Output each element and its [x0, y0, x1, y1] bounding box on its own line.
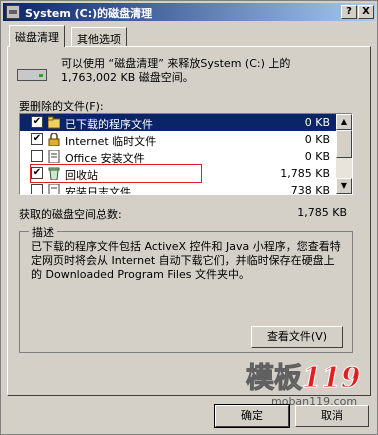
watermark-logo: 模板119: [245, 361, 361, 395]
lock-icon: [48, 132, 60, 147]
tab-disk-cleanup[interactable]: 磁盘清理: [9, 25, 65, 47]
item-name: 已下载的程序文件: [65, 118, 153, 131]
document-icon: [48, 149, 60, 164]
summary-line-2: 1,763,002 KB 磁盘空间。: [61, 71, 194, 84]
tab-more-options[interactable]: 其他选项: [71, 27, 127, 47]
list-item[interactable]: ✔ Internet 临时文件 0 KB: [20, 131, 336, 148]
item-name: Internet 临时文件: [65, 135, 157, 148]
document-icon: [48, 183, 60, 194]
view-files-button[interactable]: 查看文件(V): [251, 326, 343, 348]
vertical-scrollbar[interactable]: ▲ ▼: [336, 114, 352, 194]
total-space-label: 获取的磁盘空间总数:: [19, 208, 122, 221]
checkbox[interactable]: ✔: [31, 133, 43, 145]
list-item[interactable]: Office 安装文件 0 KB: [20, 148, 336, 165]
checkbox[interactable]: [31, 184, 43, 194]
files-to-delete-label: 要删除的文件(F):: [19, 100, 104, 113]
item-size: 0 KB: [304, 133, 330, 146]
item-size: 738 KB: [290, 184, 330, 195]
close-button[interactable]: X: [358, 5, 374, 19]
help-button[interactable]: ?: [341, 5, 357, 19]
summary-line-1: 可以使用 “磁盘清理” 来释放System (C:) 上的: [61, 57, 291, 70]
checkbox[interactable]: [31, 150, 43, 162]
total-space-value: 1,785 KB: [297, 206, 347, 219]
ok-button[interactable]: 确定: [214, 404, 290, 428]
scroll-down-icon[interactable]: ▼: [336, 178, 352, 194]
hard-drive-icon: [17, 65, 47, 81]
checkbox[interactable]: ✔: [31, 116, 43, 128]
item-size: 0 KB: [304, 116, 330, 129]
item-size: 0 KB: [304, 150, 330, 163]
drive-icon: [6, 5, 20, 19]
title-bar[interactable]: System (C:)的磁盘清理 ? X: [3, 3, 375, 21]
folder-icon: [47, 116, 61, 129]
item-name: 安装日志文件: [65, 186, 131, 195]
list-item[interactable]: ✔ 已下载的程序文件 0 KB: [20, 114, 336, 131]
description-text: 已下载的程序文件包括 ActiveX 控件和 Java 小程序，您查看特定网页时…: [31, 240, 341, 281]
disk-cleanup-dialog: System (C:)的磁盘清理 ? X 磁盘清理 其他选项 可以使用 “磁盘清…: [0, 0, 378, 435]
window-title: System (C:)的磁盘清理: [25, 7, 153, 20]
item-size: 1,785 KB: [280, 167, 330, 180]
scroll-thumb[interactable]: [336, 130, 352, 158]
cancel-button[interactable]: 取消: [295, 405, 369, 427]
summary-text: 可以使用 “磁盘清理” 来释放System (C:) 上的 1,763,002 …: [61, 57, 290, 85]
scroll-up-icon[interactable]: ▲: [336, 114, 352, 130]
list-item[interactable]: 安装日志文件 738 KB: [20, 182, 336, 195]
description-legend: 描述: [29, 224, 57, 240]
annotation-highlight-box: [30, 164, 202, 183]
